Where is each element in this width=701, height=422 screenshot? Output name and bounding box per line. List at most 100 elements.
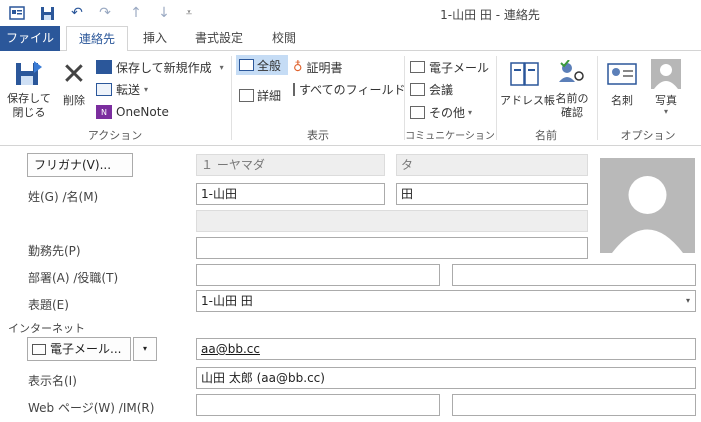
- email-type-label: 電子メール...: [50, 342, 122, 356]
- address-book-label: アドレス帳: [500, 94, 555, 107]
- customize-toolbar-icon[interactable]: ⩡: [180, 4, 198, 22]
- email-card-icon: [32, 343, 46, 355]
- internet-section-label: インターネット: [8, 322, 85, 335]
- address-book-icon: [500, 56, 550, 92]
- save-new-button[interactable]: 保存して新規作成 ▾: [96, 58, 228, 76]
- address-book-button[interactable]: アドレス帳: [500, 56, 555, 116]
- general-label: 全般: [257, 58, 282, 73]
- name-label: 姓(G) /名(M): [28, 190, 99, 204]
- email-type-dropdown[interactable]: ▾: [133, 337, 157, 361]
- tab-insert[interactable]: 挿入: [133, 26, 177, 51]
- furigana-button[interactable]: フリガナ(V)...: [27, 153, 133, 177]
- furigana-first-field[interactable]: タ: [396, 154, 588, 176]
- file-as-select[interactable]: 1-山田 田 ▾: [196, 290, 696, 312]
- contact-app-icon: [8, 4, 26, 22]
- chevron-down-icon: ▾: [219, 62, 224, 72]
- company-yomi-field[interactable]: [196, 210, 588, 232]
- picture-icon: [646, 56, 686, 92]
- chevron-down-icon: ▾: [468, 107, 473, 117]
- details-button[interactable]: 詳細: [239, 85, 289, 105]
- display-name-field[interactable]: 山田 太郎 (aa@bb.cc): [196, 367, 696, 389]
- first-name-field[interactable]: 田: [396, 183, 588, 205]
- email-value: aa@bb.cc: [201, 342, 260, 356]
- more-icon: [410, 105, 425, 119]
- certificate-icon: ♁: [293, 59, 303, 75]
- all-fields-icon: [293, 82, 295, 96]
- certificates-button[interactable]: ♁ 証明書: [293, 58, 373, 76]
- meeting-icon: [410, 82, 425, 96]
- redo-icon[interactable]: ↷: [96, 4, 114, 22]
- forward-icon: [96, 82, 112, 96]
- window-title: 1-山田 田 - 連絡先: [440, 8, 540, 22]
- web-page-field[interactable]: [196, 394, 440, 416]
- meeting-button[interactable]: 会議: [410, 80, 496, 98]
- person-placeholder-icon: [612, 176, 683, 253]
- business-card-button[interactable]: 名刺: [602, 56, 642, 116]
- certificates-label: 証明書: [306, 60, 343, 75]
- delete-label: 削除: [63, 94, 85, 107]
- picture-label: 写真: [655, 94, 677, 107]
- onenote-icon: N: [96, 105, 112, 119]
- save-icon[interactable]: [38, 4, 56, 22]
- details-label: 詳細: [257, 88, 282, 103]
- group-label-names: 名前: [535, 129, 557, 142]
- save-new-icon: [96, 60, 112, 74]
- last-name-field[interactable]: 1-山田: [196, 183, 385, 205]
- company-field[interactable]: [196, 237, 588, 259]
- company-label: 勤務先(P): [28, 244, 81, 258]
- more-button[interactable]: その他 ▾: [410, 103, 496, 121]
- details-icon: [239, 88, 254, 102]
- save-new-label: 保存して新規作成: [116, 60, 212, 75]
- save-close-icon: [5, 56, 53, 92]
- display-name-label: 表示名(I): [28, 374, 77, 388]
- chevron-down-icon: ▾: [144, 84, 149, 94]
- group-label-actions: アクション: [87, 129, 143, 142]
- meeting-label: 会議: [429, 82, 454, 97]
- forward-button[interactable]: 転送 ▾: [96, 80, 176, 98]
- onenote-button[interactable]: N OneNote: [96, 103, 176, 121]
- arrow-up-icon[interactable]: ↑: [127, 4, 145, 22]
- save-close-button[interactable]: 保存して 閉じる: [5, 56, 53, 126]
- furigana-last-field[interactable]: １ ーヤマダ: [196, 154, 385, 176]
- job-title-field[interactable]: [452, 264, 696, 286]
- business-card-label: 名刺: [611, 94, 633, 107]
- email-type-button[interactable]: 電子メール...: [27, 337, 131, 361]
- check-names-icon: [551, 56, 593, 92]
- general-icon: [239, 59, 254, 71]
- web-label: Web ページ(W) /IM(R): [28, 401, 155, 415]
- tab-format[interactable]: 書式設定: [186, 26, 252, 51]
- check-names-label-2: 確認: [561, 106, 583, 119]
- group-label-communicate: コミュニケーション: [405, 131, 495, 142]
- business-card-icon: [602, 56, 642, 92]
- file-as-label: 表題(E): [28, 298, 69, 312]
- more-label: その他: [429, 105, 466, 120]
- all-fields-button[interactable]: すべてのフィールド: [293, 80, 406, 98]
- tab-review[interactable]: 校閲: [262, 26, 306, 51]
- file-as-value: 1-山田 田: [201, 294, 253, 308]
- general-button[interactable]: 全般: [236, 55, 288, 75]
- forward-label: 転送: [116, 82, 141, 97]
- save-close-label-2: 閉じる: [12, 106, 46, 119]
- all-fields-label: すべてのフィールド: [299, 82, 406, 97]
- check-names-button[interactable]: 名前の 確認: [551, 56, 593, 126]
- contact-photo[interactable]: [600, 158, 695, 253]
- undo-icon[interactable]: ↶: [68, 4, 86, 22]
- onenote-label: OneNote: [116, 105, 169, 119]
- im-address-field[interactable]: [452, 394, 696, 416]
- email-icon: [410, 61, 425, 73]
- picture-button[interactable]: 写真 ▾: [646, 56, 686, 122]
- chevron-down-icon: ▾: [685, 296, 690, 305]
- department-label: 部署(A) /役職(T): [28, 271, 119, 285]
- tab-file[interactable]: ファイル: [0, 26, 60, 51]
- chevron-down-icon: ▾: [663, 107, 668, 116]
- arrow-down-icon[interactable]: ↓: [155, 4, 173, 22]
- email-button[interactable]: 電子メール: [410, 58, 496, 76]
- check-names-label-1: 名前の: [555, 92, 589, 105]
- department-field[interactable]: [196, 264, 440, 286]
- group-label-show: 表示: [307, 129, 329, 142]
- save-close-label-1: 保存して: [7, 92, 51, 105]
- delete-button[interactable]: ✕ 削除: [58, 56, 90, 116]
- tab-contact[interactable]: 連絡先: [66, 26, 128, 52]
- email-label: 電子メール: [429, 60, 490, 75]
- email-field[interactable]: aa@bb.cc: [196, 338, 696, 360]
